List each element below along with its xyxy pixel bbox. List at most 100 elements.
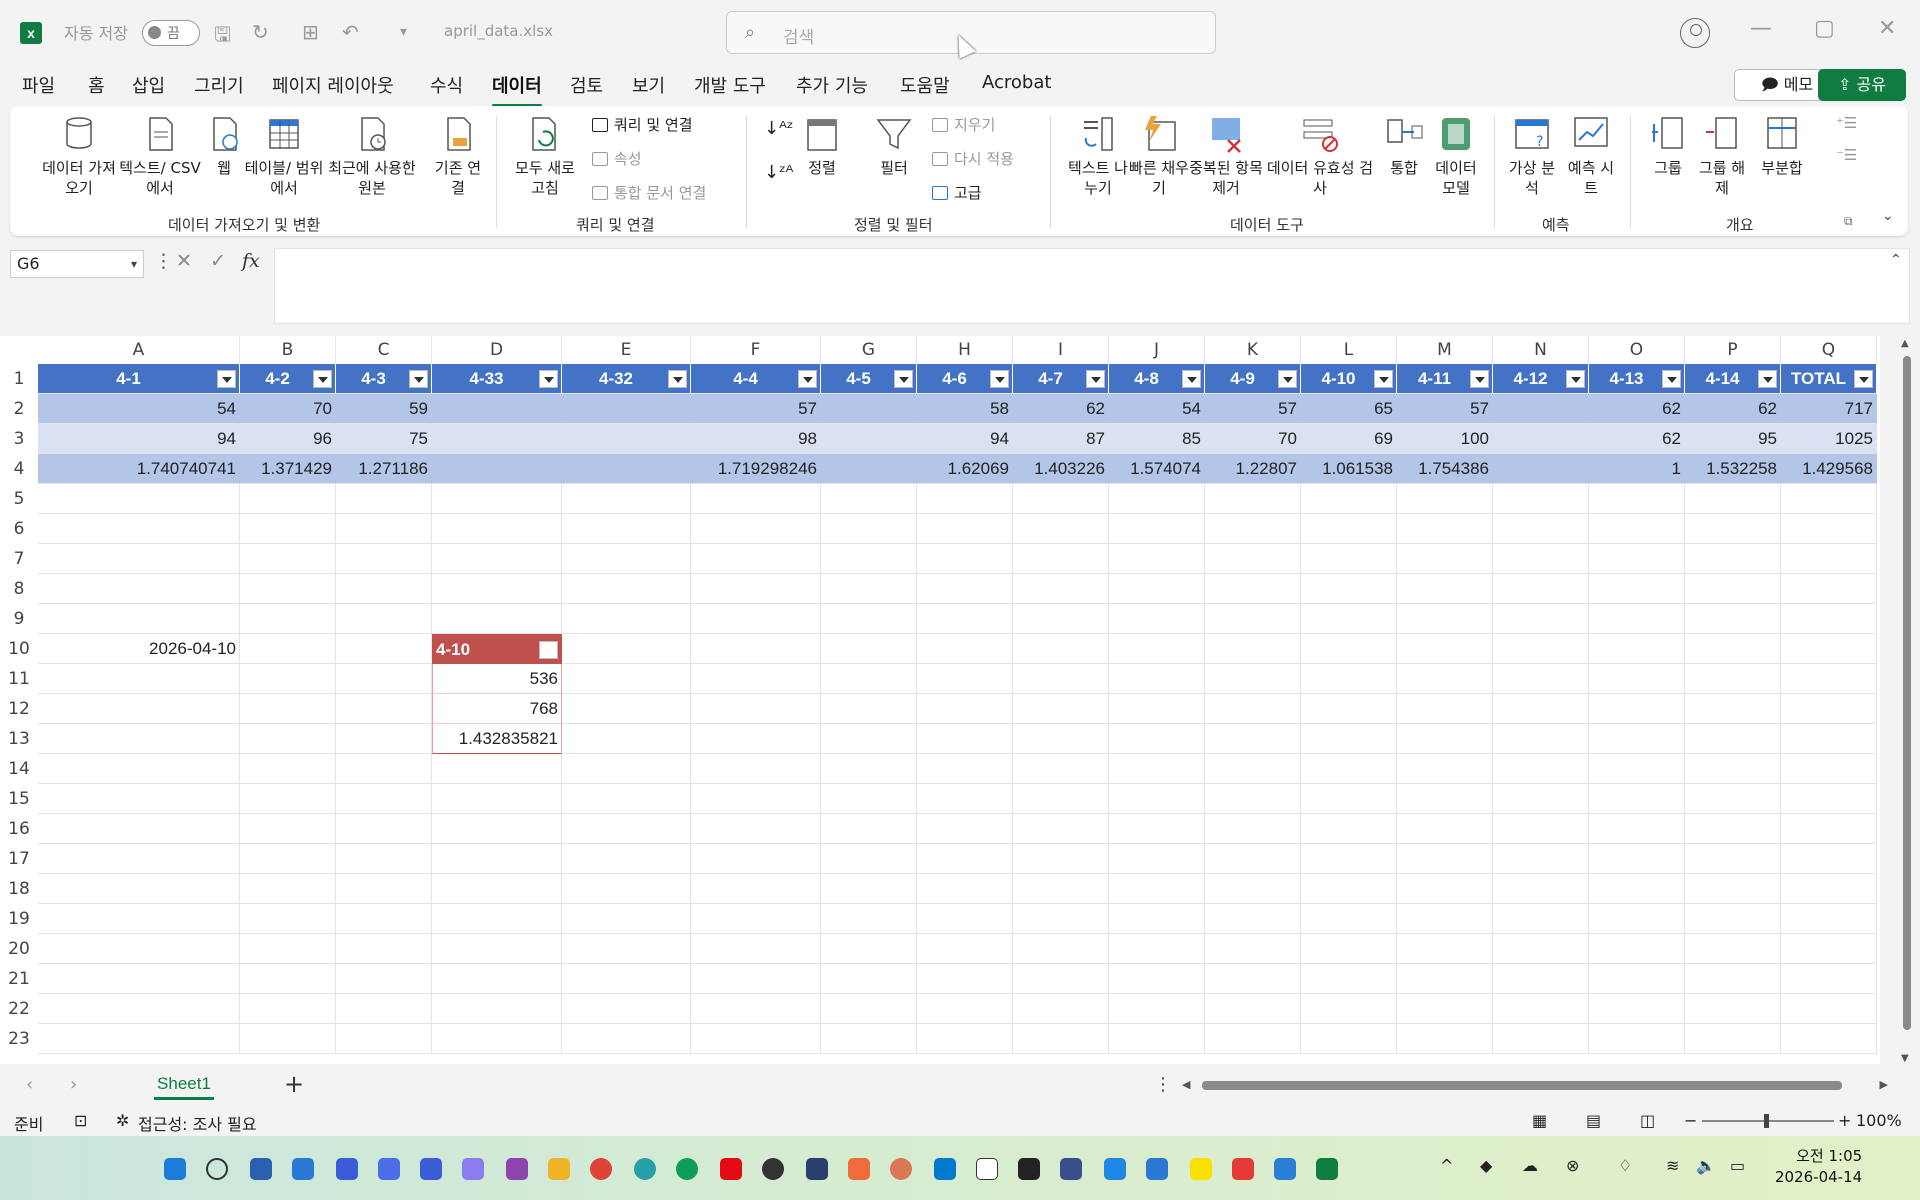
macro-record-icon[interactable]: ⊡ (74, 1111, 87, 1130)
tab-split-handle-icon[interactable]: ⋮ (1154, 1074, 1172, 1095)
cell-h9[interactable] (917, 604, 1013, 634)
table-cell[interactable] (562, 394, 691, 424)
cell-j12[interactable] (1109, 694, 1205, 724)
row-header-9[interactable]: 9 (0, 604, 38, 634)
add-sheet-icon[interactable]: + (284, 1070, 304, 1098)
cell-l11[interactable] (1301, 664, 1397, 694)
cell-q10[interactable] (1781, 634, 1877, 664)
accessibility-icon[interactable]: ✲ (116, 1111, 129, 1130)
cell-q7[interactable] (1781, 544, 1877, 574)
cell-l6[interactable] (1301, 514, 1397, 544)
tab-review[interactable]: 검토 (570, 72, 603, 98)
collapse-formula-bar-icon[interactable]: ⌃ (1890, 252, 1902, 268)
cell-q20[interactable] (1781, 934, 1877, 964)
text-to-columns-button[interactable]: 텍스트 나누기 (1062, 114, 1134, 198)
tab-data[interactable]: 데이터 (492, 72, 542, 107)
table-header-cell[interactable]: 4-10 (1301, 364, 1397, 394)
chrome-icon[interactable] (590, 1158, 612, 1180)
column-header-f[interactable]: F (691, 336, 821, 364)
tray-app-icon[interactable]: ◆ (1480, 1156, 1492, 1175)
cell-i15[interactable] (1013, 784, 1109, 814)
cell-c16[interactable] (336, 814, 432, 844)
cell-l8[interactable] (1301, 574, 1397, 604)
group-button[interactable]: 그룹 (1646, 114, 1690, 178)
tab-insert[interactable]: 삽입 (132, 72, 165, 98)
cell-b5[interactable] (240, 484, 336, 514)
table-header-cell[interactable]: 4-7 (1013, 364, 1109, 394)
cell-j20[interactable] (1109, 934, 1205, 964)
name-box[interactable]: G6 ▾ (10, 250, 144, 278)
tab-addins[interactable]: 추가 기능 (796, 72, 868, 98)
cell-o15[interactable] (1589, 784, 1685, 814)
zoom-out-icon[interactable]: − (1684, 1111, 1697, 1130)
row-header-13[interactable]: 13 (0, 724, 38, 754)
cell-g15[interactable] (821, 784, 917, 814)
table-cell[interactable] (821, 394, 917, 424)
table-cell[interactable]: 65 (1301, 394, 1397, 424)
table-cell[interactable]: 62 (1589, 424, 1685, 454)
column-header-d[interactable]: D (432, 336, 562, 364)
filter-dropdown-icon[interactable] (409, 370, 428, 388)
cell-q19[interactable] (1781, 904, 1877, 934)
table-header-cell[interactable]: TOTAL (1781, 364, 1877, 394)
sort-ascending-icon[interactable]: ↓ᴬᶻ (764, 118, 793, 139)
cell-m9[interactable] (1397, 604, 1493, 634)
cell-i21[interactable] (1013, 964, 1109, 994)
row-header-10[interactable]: 10 (0, 634, 38, 664)
filter-dropdown-icon[interactable] (1086, 370, 1105, 388)
table-cell[interactable]: 62 (1589, 394, 1685, 424)
cell-p10[interactable] (1685, 634, 1781, 664)
cell-g12[interactable] (821, 694, 917, 724)
cell-c18[interactable] (336, 874, 432, 904)
cell-l13[interactable] (1301, 724, 1397, 754)
cell-c9[interactable] (336, 604, 432, 634)
data-validation-button[interactable]: 데이터 유효성 검사 (1266, 114, 1374, 198)
redo-icon[interactable]: ↻ (252, 20, 269, 44)
cell-l15[interactable] (1301, 784, 1397, 814)
row-header-2[interactable]: 2 (0, 394, 38, 424)
cell-p20[interactable] (1685, 934, 1781, 964)
hide-detail-icon[interactable]: ⁻☰ (1836, 146, 1857, 164)
column-header-q[interactable]: Q (1781, 336, 1877, 364)
table-header-cell[interactable]: 4-11 (1397, 364, 1493, 394)
cell-l12[interactable] (1301, 694, 1397, 724)
cell-k18[interactable] (1205, 874, 1301, 904)
table-cell[interactable]: 57 (1397, 394, 1493, 424)
scroll-up-icon[interactable]: ▲ (1901, 338, 1909, 349)
cell-j11[interactable] (1109, 664, 1205, 694)
cell-j8[interactable] (1109, 574, 1205, 604)
taskbar-search-icon[interactable] (206, 1158, 228, 1180)
flash-fill-button[interactable]: 빠른 채우기 (1128, 114, 1190, 198)
cell-b14[interactable] (240, 754, 336, 784)
cell-c14[interactable] (336, 754, 432, 784)
cell-h5[interactable] (917, 484, 1013, 514)
cell-d18[interactable] (432, 874, 562, 904)
cell-e16[interactable] (562, 814, 691, 844)
cell-m20[interactable] (1397, 934, 1493, 964)
from-table-button[interactable]: 테이블/ 범위에서 (244, 114, 324, 198)
app-icon[interactable] (250, 1158, 272, 1180)
more-options-icon[interactable]: ⋮ (154, 250, 173, 272)
cell-k23[interactable] (1205, 1024, 1301, 1054)
table-header-cell[interactable]: 4-8 (1109, 364, 1205, 394)
date-cell-a10[interactable]: 2026-04-10 (38, 634, 240, 664)
cell-d20[interactable] (432, 934, 562, 964)
filter-dropdown-icon[interactable] (1566, 370, 1585, 388)
app-icon[interactable] (848, 1158, 870, 1180)
cell-q17[interactable] (1781, 844, 1877, 874)
cell-h20[interactable] (917, 934, 1013, 964)
cell-n5[interactable] (1493, 484, 1589, 514)
cell-l16[interactable] (1301, 814, 1397, 844)
cell-g9[interactable] (821, 604, 917, 634)
table-header-cell[interactable]: 4-1 (38, 364, 240, 394)
cell-f9[interactable] (691, 604, 821, 634)
cell-o16[interactable] (1589, 814, 1685, 844)
cell-n11[interactable] (1493, 664, 1589, 694)
table-cell[interactable]: 96 (240, 424, 336, 454)
cell-o8[interactable] (1589, 574, 1685, 604)
cell-o9[interactable] (1589, 604, 1685, 634)
cell-o21[interactable] (1589, 964, 1685, 994)
cell-p11[interactable] (1685, 664, 1781, 694)
chatgpt-icon[interactable] (762, 1158, 784, 1180)
cell-e22[interactable] (562, 994, 691, 1024)
